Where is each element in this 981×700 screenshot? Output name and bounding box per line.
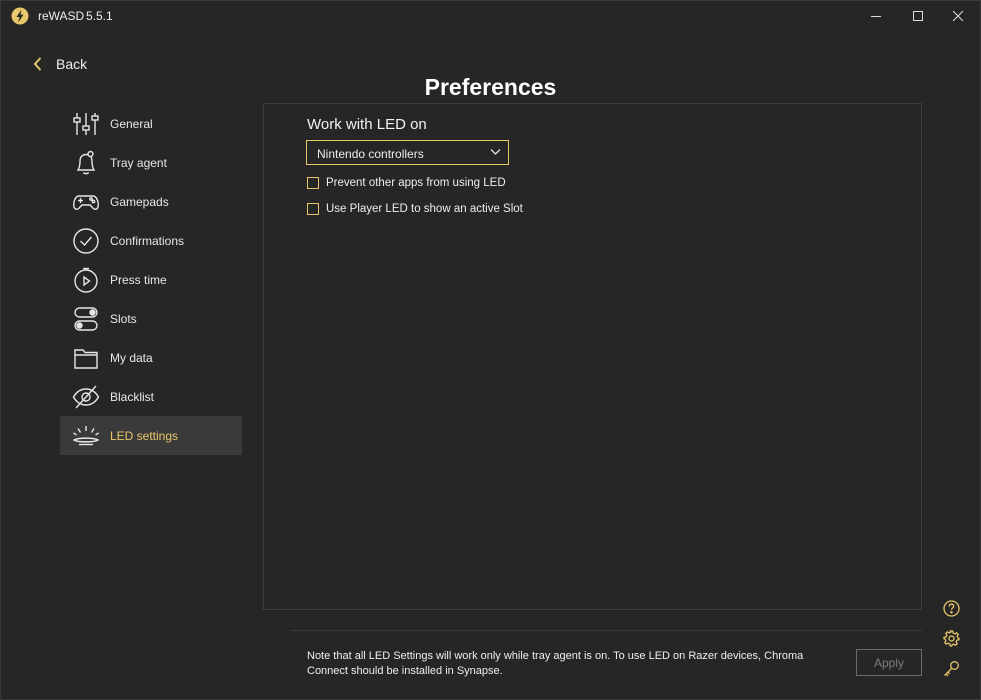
gamepad-icon <box>73 195 99 210</box>
close-icon <box>953 11 963 21</box>
stopwatch-icon <box>74 267 98 293</box>
sidebar-item-my-data[interactable]: My data <box>60 338 242 377</box>
sidebar: General Tray agent Gamepads Confirmation… <box>60 104 242 455</box>
sidebar-item-led-settings[interactable]: LED settings <box>60 416 242 455</box>
player-led-slot-checkbox[interactable]: Use Player LED to show an active Slot <box>307 201 523 217</box>
check-circle-icon <box>73 228 99 254</box>
led-icon <box>72 426 100 446</box>
key-icon[interactable] <box>943 660 960 677</box>
sliders-icon <box>73 113 99 135</box>
minimize-icon <box>871 16 881 17</box>
back-button[interactable]: Back <box>32 54 87 74</box>
gear-icon[interactable] <box>943 630 960 647</box>
section-title: Work with LED on <box>307 116 427 133</box>
sidebar-item-label: Slots <box>110 311 137 326</box>
sidebar-item-slots[interactable]: Slots <box>60 299 242 338</box>
app-version: 5.5.1 <box>86 9 113 23</box>
apply-button[interactable]: Apply <box>856 649 922 676</box>
led-target-dropdown[interactable]: Nintendo controllers <box>306 140 509 165</box>
sidebar-item-label: Confirmations <box>110 233 185 248</box>
sidebar-item-general[interactable]: General <box>60 104 242 143</box>
page-title: Preferences <box>424 74 557 100</box>
sidebar-item-label: LED settings <box>110 428 179 443</box>
sidebar-item-label: General <box>110 116 153 131</box>
minimize-button[interactable] <box>853 0 899 32</box>
checkbox-label: Prevent other apps from using LED <box>326 177 506 189</box>
prevent-other-apps-checkbox[interactable]: Prevent other apps from using LED <box>307 175 506 191</box>
close-button[interactable] <box>935 0 981 32</box>
sidebar-item-blacklist[interactable]: Blacklist <box>60 377 242 416</box>
chevron-down-icon <box>490 149 501 155</box>
back-label: Back <box>56 56 88 72</box>
sidebar-item-label: Press time <box>110 272 167 287</box>
folder-icon <box>74 349 98 369</box>
help-icon[interactable] <box>943 600 960 617</box>
footer-divider <box>290 630 922 631</box>
maximize-icon <box>913 11 923 21</box>
sidebar-item-label: Tray agent <box>110 155 167 170</box>
bell-icon <box>76 150 96 175</box>
sidebar-item-tray-agent[interactable]: Tray agent <box>60 143 242 182</box>
checkbox-box[interactable] <box>307 203 319 215</box>
eye-slash-icon <box>72 385 100 409</box>
dropdown-value: Nintendo controllers <box>317 147 424 161</box>
sidebar-item-press-time[interactable]: Press time <box>60 260 242 299</box>
checkbox-box[interactable] <box>307 177 319 189</box>
title-bar: reWASD 5.5.1 <box>0 0 981 32</box>
sidebar-item-label: Blacklist <box>110 389 155 404</box>
app-name: reWASD <box>38 9 85 23</box>
sidebar-item-label: Gamepads <box>110 194 169 209</box>
sidebar-item-label: My data <box>110 350 153 365</box>
sidebar-item-confirmations[interactable]: Confirmations <box>60 221 242 260</box>
toggles-icon <box>74 307 98 331</box>
chevron-left-icon <box>33 57 42 71</box>
sidebar-item-gamepads[interactable]: Gamepads <box>60 182 242 221</box>
checkbox-label: Use Player LED to show an active Slot <box>326 203 523 215</box>
app-logo-icon <box>11 7 29 25</box>
footer-note: Note that all LED Settings will work onl… <box>307 650 804 677</box>
